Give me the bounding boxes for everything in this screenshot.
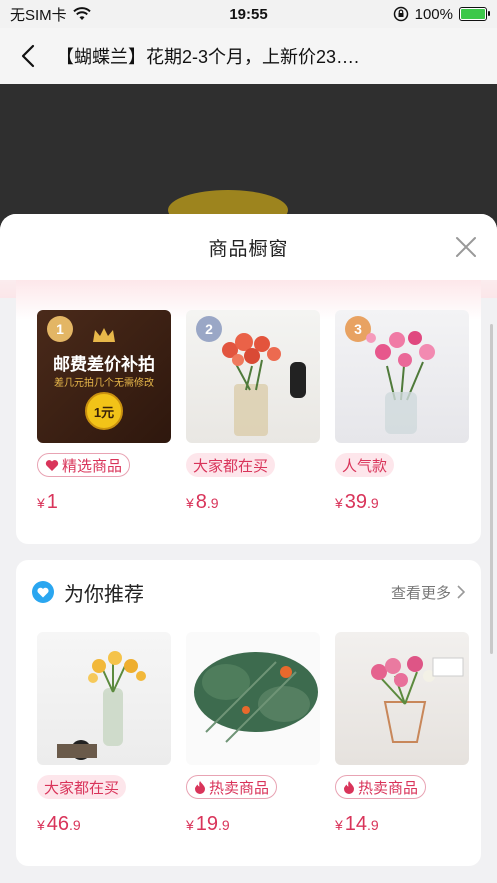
product-price: ¥19.9: [186, 813, 320, 836]
product-price: ¥1: [37, 491, 171, 514]
sheet-header: 商品橱窗: [0, 214, 497, 280]
carrier-label: 无SIM卡: [10, 6, 67, 24]
product-tag-label: 大家都在买: [193, 457, 269, 475]
status-left: 无SIM卡: [10, 4, 91, 25]
status-right: 100%: [393, 5, 490, 23]
currency-symbol: ¥: [335, 817, 343, 833]
crown-icon: [93, 328, 115, 342]
recommend-heart-icon: [32, 581, 54, 603]
showcase-products: 1 邮费差价补拍 差几元拍几个无需修改 1元 精选商品 ¥1 2 大家都在买 ¥…: [37, 310, 469, 514]
product-image: 2: [186, 310, 320, 443]
page-title: 【蝴蝶兰】花期2-3个月，上新价23….: [56, 47, 360, 67]
wifi-icon: [72, 7, 91, 20]
product-image: 1 邮费差价补拍 差几元拍几个无需修改 1元: [37, 310, 171, 443]
product-image: [37, 632, 171, 765]
currency-symbol: ¥: [335, 495, 343, 511]
price-integer: 46: [46, 813, 70, 835]
scrollbar[interactable]: [490, 324, 493, 654]
close-icon[interactable]: [455, 236, 477, 258]
product-tag-label: 热卖商品: [209, 779, 270, 797]
rank-badge: 1: [47, 316, 73, 342]
product-tag: 精选商品: [37, 453, 131, 477]
price-integer: 8: [195, 491, 207, 513]
product-price: ¥46.9: [37, 813, 171, 836]
product-tag: 大家都在买: [37, 775, 127, 799]
recommend-title-wrap: 为你推荐: [32, 578, 144, 607]
battery-icon: [459, 7, 490, 21]
chevron-right-icon: [457, 585, 465, 599]
recommend-product-2[interactable]: 热卖商品 ¥19.9: [186, 632, 320, 836]
price-decimal: .9: [218, 817, 230, 833]
bouquet-illustration: [222, 333, 306, 436]
product-tag-label: 热卖商品: [358, 779, 419, 797]
coin-badge: 1元: [85, 392, 123, 430]
price-integer: 39: [344, 491, 368, 513]
product-tag: 热卖商品: [186, 775, 278, 799]
product-page-backdrop[interactable]: [0, 84, 497, 224]
bouquet-illustration: [366, 331, 435, 434]
currency-symbol: ¥: [186, 495, 194, 511]
price-integer: 14: [344, 813, 368, 835]
product-price: ¥8.9: [186, 491, 320, 514]
battery-percent: 100%: [414, 5, 453, 23]
price-integer: 1: [46, 491, 58, 513]
showcase-card: 1 邮费差价补拍 差几元拍几个无需修改 1元 精选商品 ¥1 2 大家都在买 ¥…: [16, 280, 481, 544]
showcase-product-3[interactable]: 3 人气款 ¥39.9: [335, 310, 469, 514]
fire-icon: [195, 781, 205, 794]
banner-title: 邮费差价补拍: [53, 355, 155, 374]
status-bar: 无SIM卡 19:55 100%: [0, 0, 497, 28]
back-arrow-icon: [21, 44, 35, 68]
product-tag-label: 大家都在买: [44, 779, 120, 797]
product-price: ¥39.9: [335, 491, 469, 514]
banner-subtitle: 差几元拍几个无需修改: [54, 378, 154, 389]
nav-bar: 【蝴蝶兰】花期2-3个月，上新价23….: [0, 28, 497, 84]
price-decimal: .9: [69, 817, 81, 833]
showcase-product-1[interactable]: 1 邮费差价补拍 差几元拍几个无需修改 1元 精选商品 ¥1: [37, 310, 171, 514]
sheet-title: 商品橱窗: [208, 238, 289, 260]
back-button[interactable]: [0, 28, 56, 84]
recommend-header: 为你推荐 查看更多: [32, 578, 465, 607]
see-more-label: 查看更多: [390, 584, 451, 602]
fire-icon: [344, 781, 354, 794]
product-image: 3: [335, 310, 469, 443]
recommend-product-3[interactable]: 热卖商品 ¥14.9: [335, 632, 469, 836]
price-decimal: .9: [367, 495, 379, 511]
eucalyptus-illustration: [194, 652, 318, 743]
product-tag: 热卖商品: [335, 775, 427, 799]
product-price: ¥14.9: [335, 813, 469, 836]
product-image: [335, 632, 469, 765]
price-decimal: .9: [206, 495, 219, 511]
orientation-lock-icon: [393, 6, 408, 22]
see-more-link[interactable]: 查看更多: [391, 582, 465, 603]
showcase-product-2[interactable]: 2 大家都在买 ¥8.9: [186, 310, 320, 514]
bouquet-illustration: [371, 656, 464, 743]
price-integer: 19: [195, 813, 219, 835]
product-image: [186, 632, 320, 765]
currency-symbol: ¥: [186, 817, 194, 833]
product-tag: 人气款: [335, 453, 395, 477]
product-tag: 大家都在买: [186, 453, 276, 477]
product-tag-label: 精选商品: [62, 457, 123, 475]
recommend-product-1[interactable]: 大家都在买 ¥46.9: [37, 632, 171, 836]
price-decimal: .9: [367, 817, 379, 833]
product-tag-label: 人气款: [342, 457, 388, 475]
bouquet-illustration: [57, 651, 146, 760]
heart-icon: [45, 459, 59, 471]
recommend-products: 大家都在买 ¥46.9 热卖商品 ¥ 19.9 热卖商品 ¥ 14.9: [37, 632, 469, 836]
recommend-card: 为你推荐 查看更多 大家都在买 ¥ 46.9 热卖商品 ¥ 19.9 热卖商品 …: [16, 560, 481, 866]
showcase-sheet: 商品橱窗 1 邮费差价补拍 差几元拍几个无需修改 1元 精选商品 ¥ 1 2 大…: [0, 214, 497, 883]
currency-symbol: ¥: [37, 817, 45, 833]
currency-symbol: ¥: [37, 495, 45, 511]
recommend-title: 为你推荐: [64, 583, 144, 606]
